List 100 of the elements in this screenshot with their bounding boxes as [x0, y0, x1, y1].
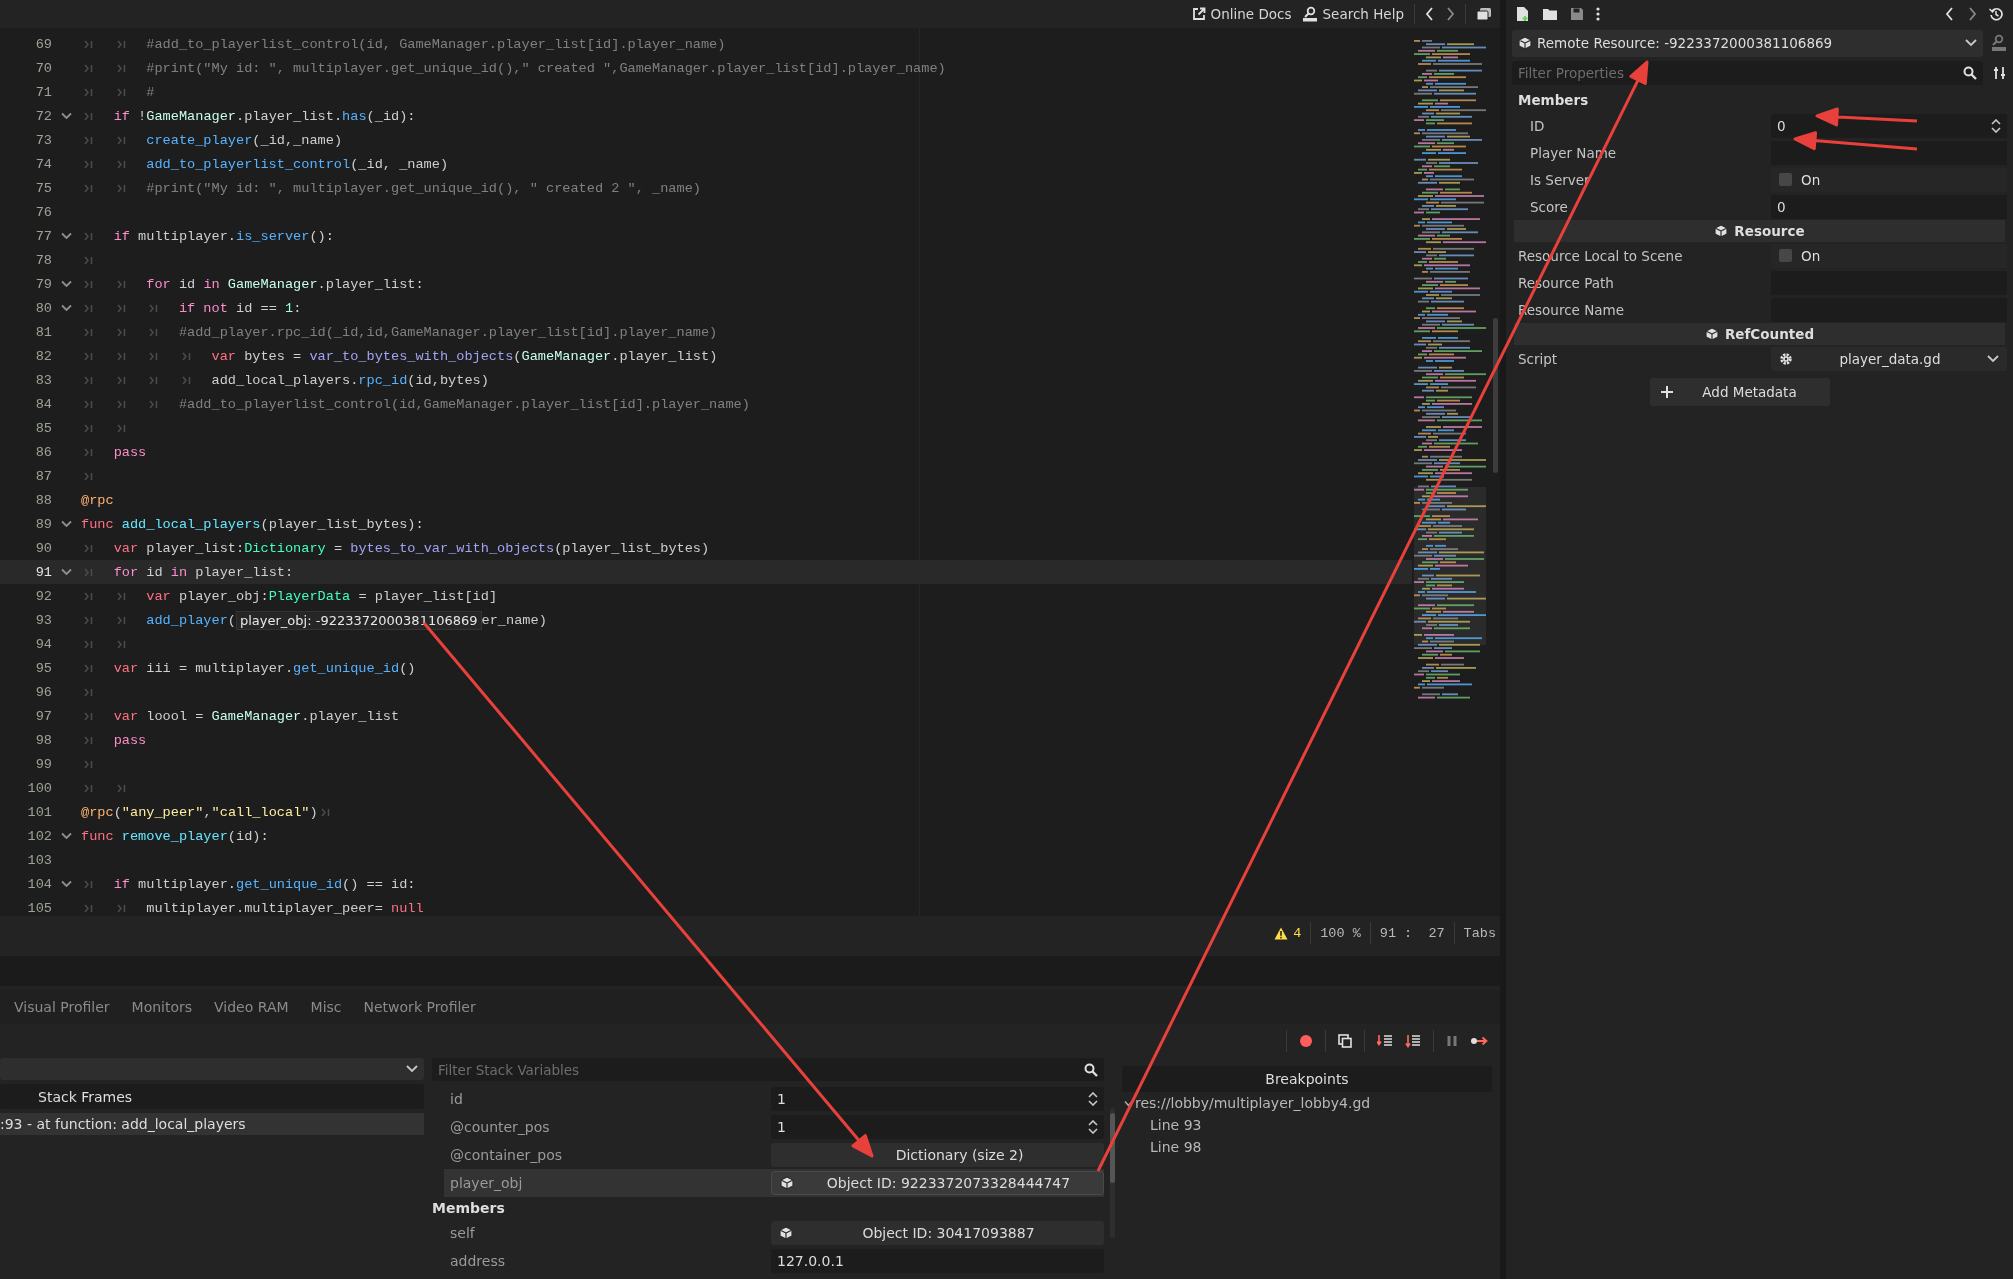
warning-count[interactable]: 4: [1274, 925, 1302, 941]
resource-dropdown[interactable]: Remote Resource: -9223372000381106869: [1512, 29, 1983, 57]
stack-frame-item[interactable]: :93 - at function: add_local_players: [0, 1113, 424, 1135]
panel-tab[interactable]: Video RAM: [214, 999, 289, 1015]
panel-tab[interactable]: Network Profiler: [363, 999, 476, 1015]
code-text: (id):: [227, 828, 269, 844]
code-function: var_to_bytes_with_objects: [309, 348, 514, 364]
line-number: 81: [34, 324, 52, 340]
breakpoints-header: Breakpoints: [1122, 1066, 1492, 1092]
folder-icon[interactable]: [1542, 7, 1558, 21]
pause-icon[interactable]: [1446, 1035, 1458, 1047]
number-field[interactable]: 0: [1771, 113, 2007, 138]
chevron-right-icon[interactable]: [1445, 7, 1455, 21]
code-keyword: if: [113, 108, 130, 124]
line-number: 92: [34, 588, 52, 604]
tab-marker-icon: [116, 87, 126, 97]
tab-marker-icon: [116, 183, 126, 193]
filter-field[interactable]: Filter Stack Variables: [432, 1058, 1104, 1081]
value-button[interactable]: Dictionary (size 2): [771, 1143, 1104, 1167]
code-keyword: func: [81, 516, 114, 532]
tab-marker-icon: [116, 423, 126, 433]
number-field[interactable]: 1: [771, 1115, 1104, 1139]
line-number: 94: [34, 636, 52, 652]
search-icon[interactable]: [1963, 66, 1977, 80]
code-keyword: if: [113, 876, 130, 892]
checkbox-label[interactable]: On: [1801, 247, 1821, 264]
fold-caret-icon[interactable]: [61, 832, 72, 840]
chevron-right-icon[interactable]: [1967, 7, 1977, 21]
number-field[interactable]: 1: [771, 1087, 1104, 1111]
windows-icon[interactable]: [1476, 7, 1492, 21]
filter-field[interactable]: Filter Properties: [1512, 61, 1983, 85]
checkbox-label[interactable]: On: [1801, 171, 1821, 188]
line-number: 91: [34, 564, 52, 580]
fold-caret-icon[interactable]: [61, 112, 72, 120]
help-link[interactable]: Online Docs: [1191, 6, 1292, 22]
checkbox[interactable]: [1779, 249, 1792, 262]
spin-arrows-icon[interactable]: [1088, 1092, 1098, 1106]
line-number: 84: [34, 396, 52, 412]
line-number: 96: [34, 684, 52, 700]
record-icon[interactable]: [1299, 1034, 1313, 1048]
line-number: 105: [26, 900, 52, 916]
fold-caret-icon[interactable]: [61, 232, 72, 240]
file-path[interactable]: res://lobby/multiplayer_lobby4.gd: [1135, 1095, 1371, 1111]
panel-tab[interactable]: Misc: [310, 999, 342, 1015]
class-header[interactable]: Resource: [1514, 220, 2005, 242]
fold-caret-icon[interactable]: [61, 520, 72, 528]
add-metadata-button[interactable]: Add Metadata: [1649, 378, 1830, 406]
more-options-icon[interactable]: [1596, 7, 1600, 21]
panel-tab[interactable]: Monitors: [131, 999, 193, 1015]
panel-tab[interactable]: Visual Profiler: [14, 999, 110, 1015]
fold-caret-icon[interactable]: [61, 280, 72, 288]
line-number: 76: [34, 204, 52, 220]
tools-icon[interactable]: [1993, 66, 2007, 80]
object-button[interactable]: Object ID: 9223372073328444747: [771, 1171, 1104, 1195]
tab-marker-icon: [84, 687, 93, 697]
chevron-left-icon[interactable]: [1945, 7, 1955, 21]
line-number: 101: [26, 804, 52, 820]
breakpoint-item[interactable]: Line 98: [1122, 1136, 1492, 1158]
class-header[interactable]: RefCounted: [1514, 323, 2005, 345]
tooltip: player_obj: -9223372000381106869: [236, 610, 482, 630]
variable-name: id: [450, 1091, 464, 1107]
script-dropdown[interactable]: player_data.gd: [1771, 346, 2007, 371]
step-into-icon[interactable]: [1377, 1034, 1393, 1048]
new-resource-icon[interactable]: [1516, 6, 1530, 22]
line-number: 85: [34, 420, 52, 436]
code-string: "call_local": [211, 804, 310, 820]
spin-arrows-icon[interactable]: [1088, 1120, 1098, 1134]
code-text: .player_list: [301, 708, 400, 724]
save-icon[interactable]: [1570, 7, 1584, 21]
scrollbar-thumb[interactable]: [1493, 318, 1498, 473]
object-button[interactable]: Object ID: 30417093887: [771, 1221, 1104, 1245]
object-info-icon[interactable]: [1991, 34, 2007, 52]
number-field[interactable]: 0: [1771, 194, 2007, 219]
breakpoint-item[interactable]: Line 93: [1122, 1114, 1492, 1136]
stack-frames-header: Stack Frames: [0, 1084, 424, 1109]
code-text: .player_list): [611, 348, 718, 364]
search-icon[interactable]: [1084, 1062, 1098, 1077]
fold-caret-icon[interactable]: [61, 304, 72, 312]
chevron-left-icon[interactable]: [1425, 7, 1435, 21]
help-link[interactable]: Search Help: [1301, 6, 1404, 22]
text-field[interactable]: [1771, 140, 2007, 165]
spin-arrows-icon[interactable]: [1991, 118, 2001, 133]
fold-caret-icon[interactable]: [61, 568, 72, 576]
minimap-drawing[interactable]: [1414, 40, 1486, 702]
indent-mode[interactable]: Tabs: [1463, 925, 1496, 941]
fold-caret-icon[interactable]: [61, 880, 72, 888]
step-over-icon[interactable]: [1405, 1034, 1421, 1048]
zoom-level[interactable]: 100 %: [1320, 925, 1361, 941]
text-field[interactable]: 127.0.0.1: [771, 1249, 1104, 1273]
history-icon[interactable]: [1989, 7, 2003, 21]
code-text: () == id:: [342, 876, 416, 892]
checkbox[interactable]: [1779, 173, 1792, 186]
scrollbar-thumb[interactable]: [1110, 1113, 1115, 1183]
tab-marker-icon: [116, 591, 126, 601]
tab-marker-icon: [84, 159, 93, 169]
continue-icon[interactable]: [1470, 1036, 1488, 1046]
code-text: (_id):: [366, 108, 416, 124]
plus-icon: [1659, 385, 1674, 399]
code-text: (player_list_bytes):: [260, 516, 424, 532]
copy-icon[interactable]: [1338, 1034, 1352, 1048]
